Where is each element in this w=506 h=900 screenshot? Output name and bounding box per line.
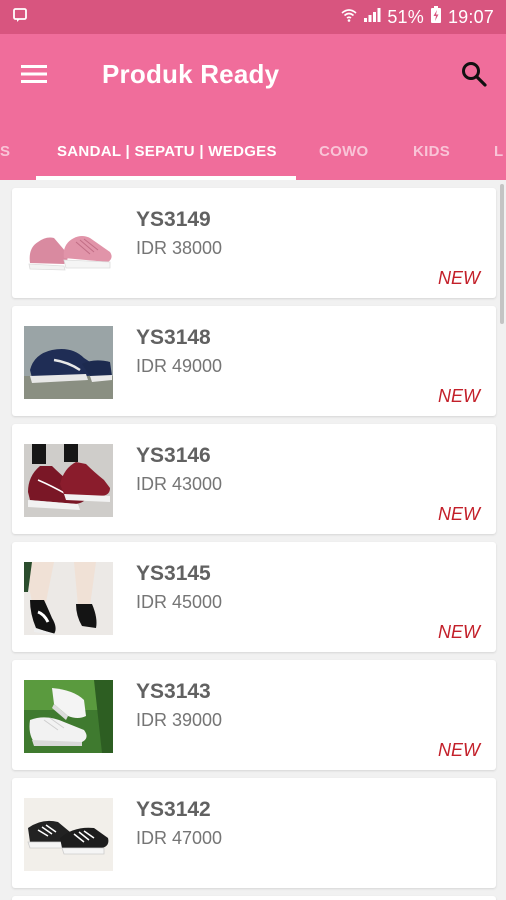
new-badge: NEW bbox=[438, 740, 480, 760]
product-card[interactable]: YS3146 IDR 43000 NEW bbox=[12, 424, 496, 534]
product-price: IDR 45000 bbox=[136, 592, 223, 612]
product-image bbox=[24, 444, 113, 517]
tab-l[interactable]: L bbox=[494, 126, 503, 176]
app-bar: Produk Ready S SANDAL | SEPATU | WEDGES … bbox=[0, 34, 506, 180]
new-badge: NEW bbox=[438, 622, 480, 642]
product-card[interactable]: YS3149 IDR 38000 NEW bbox=[12, 188, 496, 298]
product-price: IDR 47000 bbox=[136, 828, 223, 848]
scrollbar[interactable] bbox=[500, 184, 504, 324]
product-list: YS3149 IDR 38000 NEW YS3148 IDR 49000 NE… bbox=[0, 180, 506, 900]
status-left bbox=[12, 7, 28, 28]
product-price: IDR 43000 bbox=[136, 474, 223, 494]
new-badge: NEW bbox=[438, 386, 480, 406]
clock: 19:07 bbox=[447, 6, 494, 27]
product-card[interactable]: YS3145 IDR 45000 NEW bbox=[12, 542, 496, 652]
search-icon bbox=[461, 61, 487, 92]
product-price: IDR 38000 bbox=[136, 238, 223, 258]
product-price: IDR 39000 bbox=[136, 710, 223, 730]
tab-s[interactable]: S bbox=[0, 126, 10, 176]
product-image bbox=[24, 562, 113, 635]
product-card[interactable] bbox=[12, 896, 496, 900]
category-tabs: S SANDAL | SEPATU | WEDGES COWO KIDS L bbox=[0, 126, 506, 180]
product-image bbox=[24, 326, 113, 399]
product-code: YS3145 bbox=[136, 562, 211, 585]
product-code: YS3148 bbox=[136, 326, 211, 349]
product-image bbox=[24, 680, 113, 753]
new-badge: NEW bbox=[438, 504, 480, 524]
product-card[interactable]: YS3143 IDR 39000 NEW bbox=[12, 660, 496, 770]
product-card[interactable]: YS3148 IDR 49000 NEW bbox=[12, 306, 496, 416]
product-code: YS3143 bbox=[136, 680, 211, 703]
product-code: YS3142 bbox=[136, 798, 211, 821]
status-right: 51% 19:07 bbox=[341, 5, 494, 29]
tab-cowo[interactable]: COWO bbox=[319, 126, 369, 176]
battery-icon bbox=[430, 5, 442, 29]
menu-icon bbox=[21, 64, 47, 89]
notification-icon bbox=[12, 7, 28, 28]
status-bar: 51% 19:07 bbox=[0, 0, 506, 34]
battery-percent: 51% bbox=[387, 6, 424, 27]
product-card[interactable]: YS3142 IDR 47000 bbox=[12, 778, 496, 888]
search-button[interactable] bbox=[454, 56, 494, 96]
product-code: YS3149 bbox=[136, 208, 211, 231]
signal-icon bbox=[363, 7, 381, 28]
product-code: YS3146 bbox=[136, 444, 211, 467]
tab-kids[interactable]: KIDS bbox=[413, 126, 450, 176]
product-image bbox=[24, 798, 113, 871]
wifi-icon bbox=[341, 7, 357, 28]
product-image bbox=[24, 208, 113, 281]
new-badge: NEW bbox=[438, 268, 480, 288]
product-price: IDR 49000 bbox=[136, 356, 223, 376]
menu-button[interactable] bbox=[14, 56, 54, 96]
tab-sandal-sepatu-wedges[interactable]: SANDAL | SEPATU | WEDGES bbox=[57, 126, 277, 176]
page-title: Produk Ready bbox=[102, 59, 280, 89]
